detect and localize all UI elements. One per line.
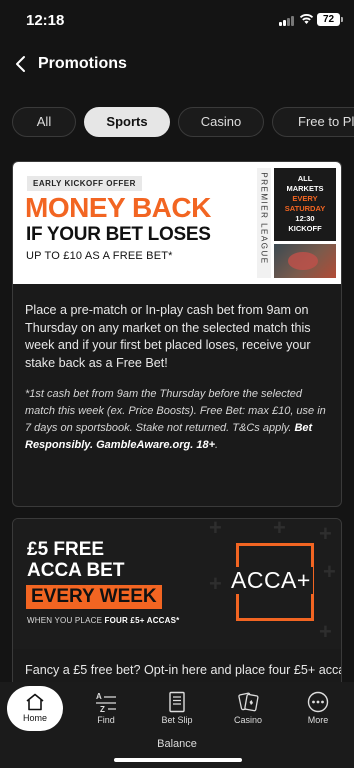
promo-description: Place a pre-match or In-play cash bet fr… bbox=[25, 303, 311, 370]
category-tabs: All Sports Casino Free to Pla bbox=[12, 107, 354, 137]
plus-decoration-icon: + bbox=[273, 518, 286, 540]
kickoff-box: ALL MARKETS EVERY SATURDAY 12:30 KICKOFF bbox=[274, 168, 336, 241]
acca-condition: WHEN YOU PLACE FOUR £5+ ACCAS* bbox=[27, 616, 180, 625]
bet-slip-icon bbox=[169, 691, 185, 713]
acca-description: Fancy a £5 free bet? Opt-in here and pla… bbox=[25, 663, 342, 677]
promo-amount-line: UP TO £10 AS A FREE BET* bbox=[26, 250, 173, 262]
promo-subheadline: IF YOUR BET LOSES bbox=[26, 224, 211, 245]
nav-label: Bet Slip bbox=[161, 715, 193, 725]
home-indicator bbox=[114, 758, 242, 762]
page-title: Promotions bbox=[38, 55, 127, 72]
status-time: 12:18 bbox=[26, 12, 65, 29]
nav-label: More bbox=[307, 715, 329, 725]
signal-icon bbox=[279, 15, 297, 26]
nav-casino[interactable]: Casino bbox=[228, 682, 268, 725]
plus-decoration-icon: + bbox=[319, 619, 332, 644]
nav-label: Home bbox=[22, 713, 47, 723]
status-bar: 12:18 72 bbox=[0, 0, 354, 40]
tab-all[interactable]: All bbox=[12, 107, 76, 137]
player-photo bbox=[274, 244, 336, 278]
promo-terms: *1st cash bet from 9am the Thursday befo… bbox=[25, 388, 326, 451]
tab-free-to-play[interactable]: Free to Pla bbox=[272, 107, 354, 137]
nav-bet-slip[interactable]: Bet Slip bbox=[157, 682, 197, 725]
plus-decoration-icon: + bbox=[209, 518, 222, 540]
promo-banner-acca: + + + + + + £5 FREE ACCA BET EVERY WEEK … bbox=[13, 518, 341, 649]
back-arrow-icon[interactable] bbox=[14, 54, 28, 74]
promo-banner-money-back: EARLY KICKOFF OFFER MONEY BACK IF YOUR B… bbox=[13, 162, 341, 284]
casino-icon bbox=[238, 692, 259, 712]
svg-text:Z: Z bbox=[100, 705, 105, 713]
plus-decoration-icon: + bbox=[323, 559, 336, 584]
home-icon bbox=[26, 693, 44, 711]
acca-headline: £5 FREE ACCA BET bbox=[27, 539, 125, 581]
find-icon: A Z bbox=[96, 692, 116, 714]
nav-find[interactable]: A Z Find bbox=[90, 682, 122, 725]
wifi-icon bbox=[299, 14, 314, 24]
promo-card-acca[interactable]: + + + + + + £5 FREE ACCA BET EVERY WEEK … bbox=[12, 518, 342, 688]
more-icon bbox=[307, 691, 329, 713]
league-tag: PREMIER LEAGUE bbox=[257, 168, 271, 278]
tab-sports[interactable]: Sports bbox=[84, 107, 170, 137]
battery-indicator: 72 bbox=[317, 13, 343, 26]
promo-badge: EARLY KICKOFF OFFER bbox=[27, 176, 142, 191]
header: Promotions bbox=[0, 40, 354, 94]
plus-decoration-icon: + bbox=[319, 521, 332, 546]
bottom-navigation: Home A Z Find Bet Slip Casino More bbox=[0, 682, 354, 768]
nav-label: Find bbox=[97, 715, 115, 725]
tab-casino[interactable]: Casino bbox=[178, 107, 264, 137]
nav-home[interactable]: Home bbox=[7, 686, 63, 731]
plus-decoration-icon: + bbox=[209, 571, 222, 596]
nav-more[interactable]: More bbox=[302, 682, 334, 725]
acca-logo: ACCA+ bbox=[229, 567, 313, 594]
acca-highlight: EVERY WEEK bbox=[26, 585, 162, 609]
promo-card-money-back[interactable]: EARLY KICKOFF OFFER MONEY BACK IF YOUR B… bbox=[12, 161, 342, 507]
balance-button[interactable]: Balance bbox=[0, 738, 354, 750]
nav-label: Casino bbox=[233, 715, 262, 725]
svg-text:A: A bbox=[96, 692, 102, 701]
promo-headline: MONEY BACK bbox=[25, 192, 211, 223]
